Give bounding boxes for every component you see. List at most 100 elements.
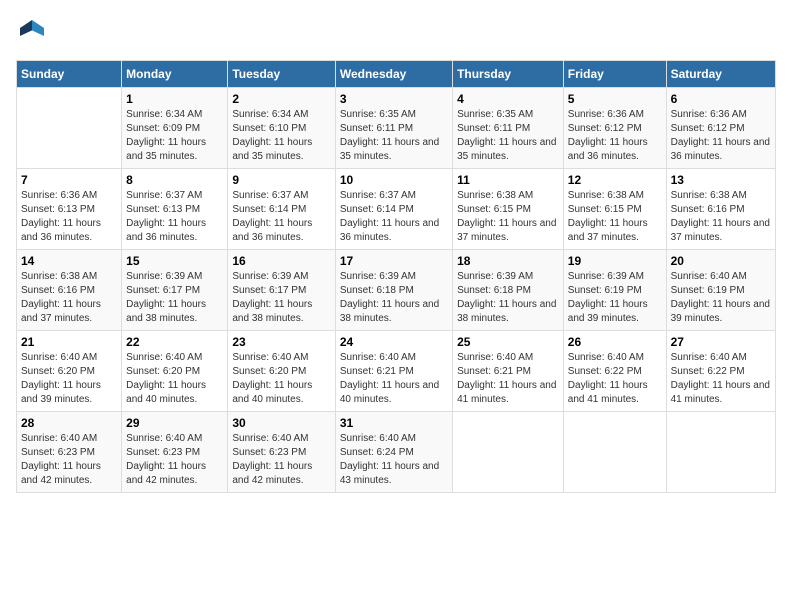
sunrise-text: Sunrise: 6:40 AM [568,351,662,365]
day-info: Sunrise: 6:40 AM Sunset: 6:20 PM Dayligh… [232,351,330,407]
day-number: 24 [340,335,448,349]
daylight-text: Daylight: 11 hours and 42 minutes. [232,460,330,488]
sunrise-text: Sunrise: 6:40 AM [671,270,771,284]
day-number: 7 [21,173,117,187]
daylight-text: Daylight: 11 hours and 39 minutes. [568,298,662,326]
day-cell: 29 Sunrise: 6:40 AM Sunset: 6:23 PM Dayl… [122,412,228,493]
sunrise-text: Sunrise: 6:40 AM [126,351,223,365]
sunrise-text: Sunrise: 6:40 AM [232,432,330,446]
daylight-text: Daylight: 11 hours and 37 minutes. [21,298,117,326]
calendar-table: SundayMondayTuesdayWednesdayThursdayFrid… [16,60,776,493]
day-info: Sunrise: 6:40 AM Sunset: 6:23 PM Dayligh… [126,432,223,488]
sunset-text: Sunset: 6:21 PM [457,365,559,379]
day-cell: 4 Sunrise: 6:35 AM Sunset: 6:11 PM Dayli… [453,88,564,169]
sunrise-text: Sunrise: 6:36 AM [21,189,117,203]
sunrise-text: Sunrise: 6:39 AM [457,270,559,284]
day-cell: 27 Sunrise: 6:40 AM Sunset: 6:22 PM Dayl… [666,331,775,412]
sunrise-text: Sunrise: 6:35 AM [340,108,448,122]
sunset-text: Sunset: 6:22 PM [568,365,662,379]
sunset-text: Sunset: 6:21 PM [340,365,448,379]
daylight-text: Daylight: 11 hours and 38 minutes. [457,298,559,326]
sunset-text: Sunset: 6:19 PM [568,284,662,298]
daylight-text: Daylight: 11 hours and 40 minutes. [340,379,448,407]
day-cell: 11 Sunrise: 6:38 AM Sunset: 6:15 PM Dayl… [453,169,564,250]
sunrise-text: Sunrise: 6:40 AM [21,351,117,365]
logo [16,16,52,48]
day-cell: 10 Sunrise: 6:37 AM Sunset: 6:14 PM Dayl… [335,169,452,250]
daylight-text: Daylight: 11 hours and 42 minutes. [126,460,223,488]
sunset-text: Sunset: 6:20 PM [126,365,223,379]
day-info: Sunrise: 6:40 AM Sunset: 6:23 PM Dayligh… [21,432,117,488]
daylight-text: Daylight: 11 hours and 41 minutes. [457,379,559,407]
day-info: Sunrise: 6:36 AM Sunset: 6:12 PM Dayligh… [568,108,662,164]
daylight-text: Daylight: 11 hours and 43 minutes. [340,460,448,488]
sunset-text: Sunset: 6:10 PM [232,122,330,136]
day-info: Sunrise: 6:38 AM Sunset: 6:15 PM Dayligh… [568,189,662,245]
sunset-text: Sunset: 6:16 PM [21,284,117,298]
sunset-text: Sunset: 6:23 PM [126,446,223,460]
sunset-text: Sunset: 6:14 PM [232,203,330,217]
sunrise-text: Sunrise: 6:39 AM [232,270,330,284]
day-info: Sunrise: 6:40 AM Sunset: 6:23 PM Dayligh… [232,432,330,488]
sunset-text: Sunset: 6:11 PM [457,122,559,136]
daylight-text: Daylight: 11 hours and 37 minutes. [457,217,559,245]
daylight-text: Daylight: 11 hours and 39 minutes. [21,379,117,407]
sunrise-text: Sunrise: 6:34 AM [232,108,330,122]
day-info: Sunrise: 6:37 AM Sunset: 6:14 PM Dayligh… [232,189,330,245]
day-number: 16 [232,254,330,268]
day-cell: 8 Sunrise: 6:37 AM Sunset: 6:13 PM Dayli… [122,169,228,250]
day-number: 10 [340,173,448,187]
sunrise-text: Sunrise: 6:40 AM [232,351,330,365]
day-number: 19 [568,254,662,268]
daylight-text: Daylight: 11 hours and 36 minutes. [568,136,662,164]
day-number: 3 [340,92,448,106]
sunrise-text: Sunrise: 6:34 AM [126,108,223,122]
day-info: Sunrise: 6:40 AM Sunset: 6:20 PM Dayligh… [21,351,117,407]
day-cell: 1 Sunrise: 6:34 AM Sunset: 6:09 PM Dayli… [122,88,228,169]
day-number: 27 [671,335,771,349]
day-info: Sunrise: 6:40 AM Sunset: 6:22 PM Dayligh… [568,351,662,407]
day-info: Sunrise: 6:38 AM Sunset: 6:16 PM Dayligh… [671,189,771,245]
day-cell: 15 Sunrise: 6:39 AM Sunset: 6:17 PM Dayl… [122,250,228,331]
day-cell: 3 Sunrise: 6:35 AM Sunset: 6:11 PM Dayli… [335,88,452,169]
sunrise-text: Sunrise: 6:39 AM [568,270,662,284]
sunrise-text: Sunrise: 6:40 AM [457,351,559,365]
day-cell: 2 Sunrise: 6:34 AM Sunset: 6:10 PM Dayli… [228,88,335,169]
day-number: 11 [457,173,559,187]
sunset-text: Sunset: 6:12 PM [568,122,662,136]
day-cell: 26 Sunrise: 6:40 AM Sunset: 6:22 PM Dayl… [563,331,666,412]
daylight-text: Daylight: 11 hours and 36 minutes. [671,136,771,164]
header-cell-sunday: Sunday [17,61,122,88]
day-number: 6 [671,92,771,106]
sunrise-text: Sunrise: 6:38 AM [671,189,771,203]
header-cell-thursday: Thursday [453,61,564,88]
day-info: Sunrise: 6:40 AM Sunset: 6:22 PM Dayligh… [671,351,771,407]
day-info: Sunrise: 6:37 AM Sunset: 6:14 PM Dayligh… [340,189,448,245]
sunrise-text: Sunrise: 6:39 AM [340,270,448,284]
sunrise-text: Sunrise: 6:40 AM [126,432,223,446]
header-row: SundayMondayTuesdayWednesdayThursdayFrid… [17,61,776,88]
daylight-text: Daylight: 11 hours and 38 minutes. [126,298,223,326]
sunrise-text: Sunrise: 6:40 AM [340,432,448,446]
day-number: 2 [232,92,330,106]
day-cell: 5 Sunrise: 6:36 AM Sunset: 6:12 PM Dayli… [563,88,666,169]
sunrise-text: Sunrise: 6:37 AM [340,189,448,203]
sunset-text: Sunset: 6:18 PM [340,284,448,298]
day-cell: 31 Sunrise: 6:40 AM Sunset: 6:24 PM Dayl… [335,412,452,493]
sunset-text: Sunset: 6:23 PM [232,446,330,460]
sunset-text: Sunset: 6:20 PM [21,365,117,379]
day-cell: 19 Sunrise: 6:39 AM Sunset: 6:19 PM Dayl… [563,250,666,331]
daylight-text: Daylight: 11 hours and 41 minutes. [568,379,662,407]
day-cell: 6 Sunrise: 6:36 AM Sunset: 6:12 PM Dayli… [666,88,775,169]
day-info: Sunrise: 6:34 AM Sunset: 6:10 PM Dayligh… [232,108,330,164]
sunset-text: Sunset: 6:17 PM [232,284,330,298]
day-number: 8 [126,173,223,187]
daylight-text: Daylight: 11 hours and 35 minutes. [457,136,559,164]
day-info: Sunrise: 6:34 AM Sunset: 6:09 PM Dayligh… [126,108,223,164]
day-number: 9 [232,173,330,187]
sunrise-text: Sunrise: 6:39 AM [126,270,223,284]
day-number: 31 [340,416,448,430]
day-cell [563,412,666,493]
day-info: Sunrise: 6:40 AM Sunset: 6:21 PM Dayligh… [340,351,448,407]
day-number: 25 [457,335,559,349]
